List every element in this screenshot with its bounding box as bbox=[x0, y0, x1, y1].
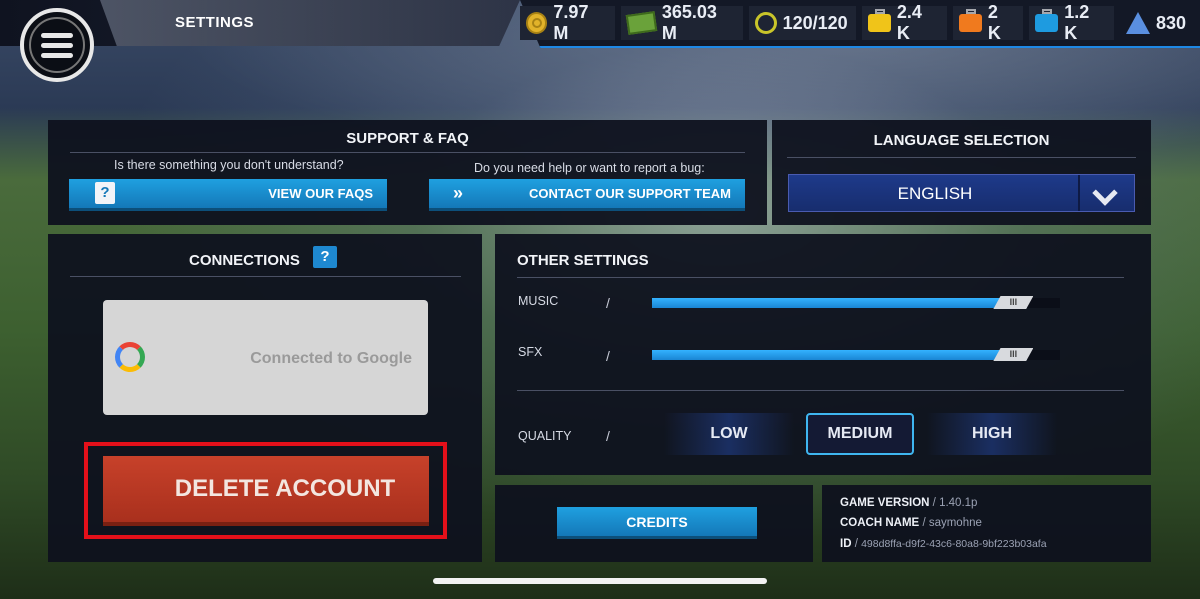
support-panel: SUPPORT & FAQ Is there something you don… bbox=[48, 120, 767, 225]
currency-row: 7.97 M 365.03 M 120/120 2.4 K 2 K 1.2 K … bbox=[520, 0, 1200, 46]
view-faqs-label: VIEW OUR FAQS bbox=[268, 186, 373, 201]
double-chevron-icon: » bbox=[453, 183, 463, 203]
currency-rank[interactable]: 830 bbox=[1120, 6, 1194, 40]
google-status: Connected to Google bbox=[250, 350, 412, 367]
separator: / bbox=[606, 348, 610, 364]
currency-yellow-case[interactable]: 2.4 K bbox=[861, 2, 947, 43]
sfx-slider[interactable]: III bbox=[652, 348, 1060, 361]
google-icon bbox=[115, 342, 145, 372]
currency-value: 365.03 M bbox=[661, 2, 717, 43]
id-row: ID / 498d8ffa-d9f2-43c6-80a8-9bf223b03af… bbox=[840, 538, 1047, 550]
currency-blue-case[interactable]: 1.2 K bbox=[1028, 2, 1114, 43]
google-connection[interactable]: Connected to Google bbox=[103, 300, 428, 415]
highlight-frame bbox=[84, 442, 447, 539]
game-version-row: GAME VERSION / 1.40.1p bbox=[840, 497, 978, 509]
contact-support-button[interactable]: » CONTACT OUR SUPPORT TEAM bbox=[429, 179, 745, 211]
currency-value: 2.4 K bbox=[896, 2, 922, 43]
currency-value: 1.2 K bbox=[1064, 2, 1090, 43]
stopwatch-icon bbox=[754, 12, 777, 34]
currency-cash[interactable]: 365.03 M bbox=[620, 2, 743, 43]
page-title: SETTINGS bbox=[175, 14, 255, 31]
currency-orange-case[interactable]: 2 K bbox=[952, 2, 1023, 43]
language-value: ENGLISH bbox=[897, 184, 973, 203]
language-dropdown[interactable]: ENGLISH bbox=[788, 174, 1135, 212]
separator: / bbox=[606, 295, 610, 311]
credits-button[interactable]: CREDITS bbox=[557, 507, 757, 539]
id-key: ID bbox=[840, 538, 852, 550]
quality-medium-button[interactable]: MEDIUM bbox=[806, 413, 914, 455]
quality-label: QUALITY bbox=[518, 429, 572, 443]
dropdown-toggle[interactable] bbox=[1078, 175, 1134, 211]
coach-name-value: saymohne bbox=[928, 517, 982, 529]
separator: / bbox=[606, 428, 610, 444]
currency-value: 830 bbox=[1155, 12, 1186, 33]
view-faqs-button[interactable]: ? VIEW OUR FAQS bbox=[69, 179, 387, 211]
quality-high-button[interactable]: HIGH bbox=[927, 413, 1057, 455]
divider bbox=[517, 390, 1124, 391]
yellow-case-icon bbox=[867, 14, 891, 32]
divider bbox=[70, 152, 745, 153]
cash-icon bbox=[625, 11, 658, 35]
menu-icon bbox=[29, 17, 85, 73]
contact-support-label: CONTACT OUR SUPPORT TEAM bbox=[529, 186, 731, 201]
triangle-icon bbox=[1125, 12, 1150, 34]
coach-name-row: COACH NAME / saymohne bbox=[840, 517, 982, 529]
support-title: SUPPORT & FAQ bbox=[346, 130, 469, 147]
help-question: Do you need help or want to report a bug… bbox=[474, 161, 705, 175]
coin-icon bbox=[526, 12, 548, 34]
faq-question: Is there something you don't understand? bbox=[114, 158, 344, 172]
game-version-key: GAME VERSION bbox=[840, 497, 930, 509]
currency-value: 120/120 bbox=[782, 12, 848, 33]
currency-value: 7.97 M bbox=[553, 2, 589, 43]
music-slider[interactable]: III bbox=[652, 296, 1060, 309]
music-label: MUSIC bbox=[518, 294, 559, 308]
connections-title: CONNECTIONS bbox=[189, 252, 300, 269]
divider bbox=[787, 157, 1136, 158]
divider bbox=[70, 276, 461, 277]
connections-help-button[interactable]: ? bbox=[313, 246, 337, 268]
home-indicator[interactable] bbox=[433, 578, 767, 584]
currency-coins[interactable]: 7.97 M bbox=[520, 2, 615, 43]
sfx-label: SFX bbox=[518, 345, 543, 359]
currency-value: 2 K bbox=[987, 2, 1001, 43]
id-value: 498d8ffa-d9f2-43c6-80a8-9bf223b03afa bbox=[861, 538, 1047, 550]
quality-low-button[interactable]: LOW bbox=[664, 413, 794, 455]
music-slider-fill bbox=[652, 298, 1028, 308]
sfx-slider-fill bbox=[652, 350, 1028, 360]
orange-case-icon bbox=[958, 14, 982, 32]
currency-energy[interactable]: 120/120 bbox=[748, 6, 856, 40]
chevron-down-icon bbox=[1092, 180, 1118, 206]
language-title: LANGUAGE SELECTION bbox=[873, 132, 1050, 149]
divider bbox=[517, 277, 1124, 278]
main-menu-button[interactable] bbox=[20, 8, 94, 82]
coach-name-key: COACH NAME bbox=[840, 517, 920, 529]
other-settings-title: OTHER SETTINGS bbox=[517, 252, 649, 269]
blue-case-icon bbox=[1034, 14, 1059, 32]
help-document-icon: ? bbox=[95, 182, 115, 204]
game-version-value: 1.40.1p bbox=[939, 497, 978, 509]
